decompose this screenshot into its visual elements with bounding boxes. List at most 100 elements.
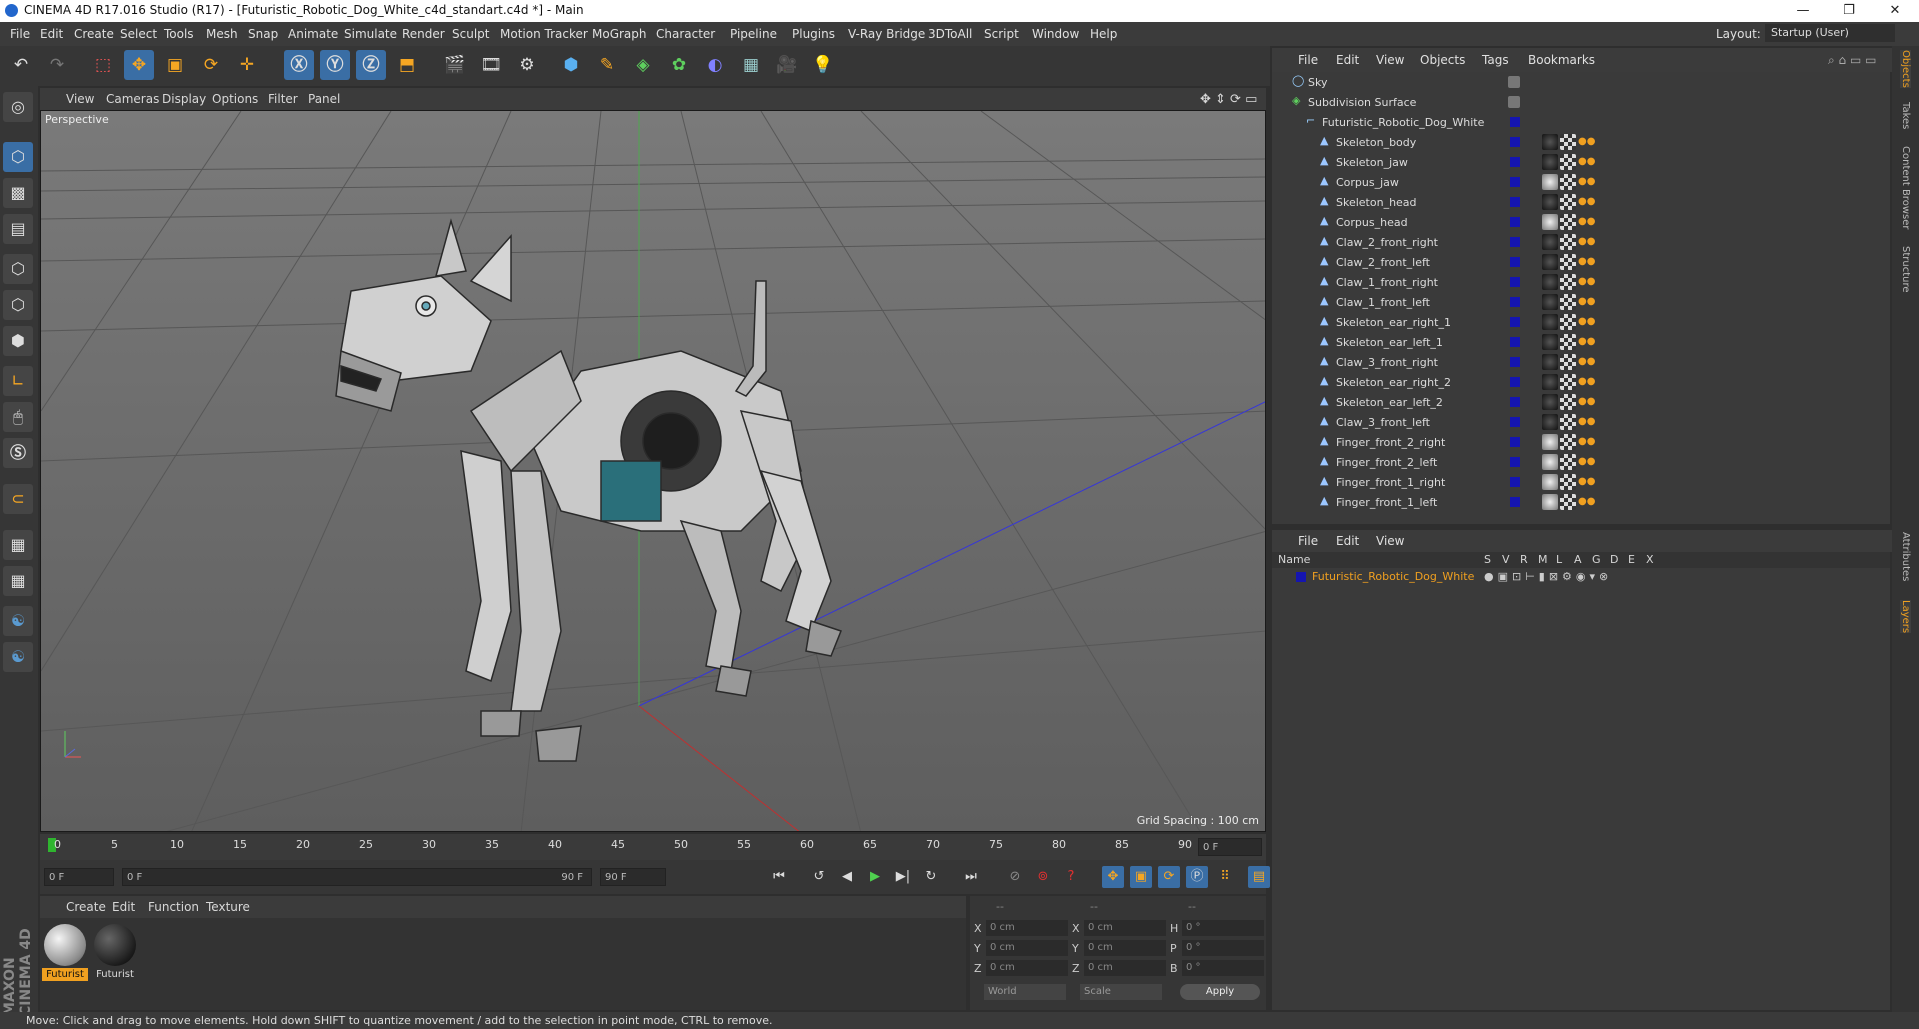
selection-tag-icon[interactable]: ●● [1578, 374, 1595, 390]
menu-window[interactable]: Window [1032, 27, 1079, 41]
rotation-b-field[interactable]: 0 ° [1182, 960, 1264, 976]
object-row[interactable]: ▲ Skeleton_body ●● [1272, 132, 1884, 152]
menu-plugins[interactable]: Plugins [792, 27, 835, 41]
cube-primitive-icon[interactable]: ⬢ [556, 50, 586, 80]
size-x-field[interactable]: 0 cm [1084, 920, 1166, 936]
selection-tag-icon[interactable]: ●● [1578, 314, 1595, 330]
uvw-tag-icon[interactable] [1560, 254, 1576, 270]
menu-sculpt[interactable]: Sculpt [452, 27, 489, 41]
layer-color-swatch[interactable] [1510, 337, 1520, 347]
object-name[interactable]: Skeleton_ear_left_1 [1336, 336, 1443, 349]
menu-render[interactable]: Render [402, 27, 445, 41]
layer-flag-icons[interactable]: ●▣⊡⊢▮⊠⚙◉▾⊗ [1484, 570, 1612, 583]
layer-color-swatch[interactable] [1510, 197, 1520, 207]
uvw-tag-icon[interactable] [1560, 294, 1576, 310]
key-position-icon[interactable]: ✥ [1102, 866, 1124, 888]
material-tag-icon[interactable] [1542, 134, 1558, 150]
uvw-tag-icon[interactable] [1560, 334, 1576, 350]
material-tag-icon[interactable] [1542, 434, 1558, 450]
next-key-icon[interactable]: ↻ [920, 866, 942, 888]
cloner-icon[interactable]: ✿ [664, 50, 694, 80]
maximize-button[interactable]: ❐ [1826, 0, 1872, 22]
camera-icon[interactable]: 🎥 [772, 50, 802, 80]
selection-tag-icon[interactable]: ●● [1578, 334, 1595, 350]
layer-menu-edit[interactable]: Edit [1336, 534, 1359, 548]
material-tag-icon[interactable] [1542, 234, 1558, 250]
object-name[interactable]: Skeleton_ear_right_1 [1336, 316, 1451, 329]
uvw-tag-icon[interactable] [1560, 434, 1576, 450]
layer-color-swatch[interactable] [1510, 257, 1520, 267]
menu-snap[interactable]: Snap [248, 27, 278, 41]
render-settings-icon[interactable]: ⚙ [512, 50, 542, 80]
object-row[interactable]: ▲ Claw_3_front_left ●● [1272, 412, 1884, 432]
uvw-tag-icon[interactable] [1560, 314, 1576, 330]
layer-color-swatch[interactable] [1510, 377, 1520, 387]
snap-icon[interactable]: Ⓢ [3, 438, 33, 468]
locked-workplane-icon[interactable]: ▦ [3, 566, 33, 596]
start-frame-field[interactable]: 0 F [44, 868, 114, 886]
material-tag-icon[interactable] [1542, 174, 1558, 190]
light-icon[interactable]: 💡 [808, 50, 838, 80]
uvw-tag-icon[interactable] [1560, 214, 1576, 230]
undo-icon[interactable]: ↶ [6, 50, 36, 80]
layer-color-swatch[interactable] [1510, 497, 1520, 507]
uvw-tag-icon[interactable] [1560, 174, 1576, 190]
object-name[interactable]: Finger_front_2_right [1336, 436, 1445, 449]
object-name[interactable]: Skeleton_body [1336, 136, 1416, 149]
material-tag-icon[interactable] [1542, 294, 1558, 310]
viewport-3d[interactable]: Perspective Grid Spacing : 100 cm [40, 110, 1266, 832]
selection-tag-icon[interactable]: ●● [1578, 214, 1595, 230]
go-to-start-icon[interactable]: ⏮ [768, 866, 790, 888]
edges-mode-icon[interactable]: ⬡ [3, 290, 33, 320]
selection-tag-icon[interactable]: ●● [1578, 394, 1595, 410]
key-parameter-icon[interactable]: Ⓟ [1186, 866, 1208, 888]
tweak-mode-icon[interactable]: 🖱 [3, 402, 33, 432]
layer-color-swatch[interactable] [1510, 297, 1520, 307]
object-row[interactable]: ▲ Claw_1_front_right ●● [1272, 272, 1884, 292]
uvw-tag-icon[interactable] [1560, 374, 1576, 390]
om-menu-view[interactable]: View [1376, 53, 1404, 67]
tab-attributes[interactable]: Attributes [1900, 532, 1911, 581]
material-tag-icon[interactable] [1542, 354, 1558, 370]
editor-toggle-icon[interactable] [1508, 96, 1520, 108]
menu-select[interactable]: Select [120, 27, 157, 41]
previous-key-icon[interactable]: ↺ [808, 866, 830, 888]
previous-frame-icon[interactable]: ◀ [836, 866, 858, 888]
layer-color-swatch[interactable] [1510, 237, 1520, 247]
uvw-tag-icon[interactable] [1560, 274, 1576, 290]
object-row[interactable]: ▲ Skeleton_jaw ●● [1272, 152, 1884, 172]
object-row[interactable]: ▲ Skeleton_head ●● [1272, 192, 1884, 212]
layer-menu-view[interactable]: View [1376, 534, 1404, 548]
uvw-tag-icon[interactable] [1560, 394, 1576, 410]
render-view-icon[interactable]: 🎬 [440, 50, 470, 80]
key-pla-icon[interactable]: ⠿ [1214, 866, 1236, 888]
object-name[interactable]: Skeleton_head [1336, 196, 1417, 209]
object-name[interactable]: Claw_2_front_left [1336, 256, 1430, 269]
menu-simulate[interactable]: Simulate [344, 27, 397, 41]
uvw-tag-icon[interactable] [1560, 414, 1576, 430]
tab-content-browser[interactable]: Content Browser [1900, 146, 1911, 229]
size-z-field[interactable]: 0 cm [1084, 960, 1166, 976]
material-menu-create[interactable]: Create [66, 900, 106, 914]
selection-tag-icon[interactable]: ●● [1578, 194, 1595, 210]
object-name[interactable]: Corpus_head [1336, 216, 1408, 229]
layer-color-swatch[interactable] [1510, 477, 1520, 487]
tab-layers[interactable]: Layers [1900, 600, 1911, 634]
om-menu-bookmarks[interactable]: Bookmarks [1528, 53, 1595, 67]
viewport-menu-display[interactable]: Display [162, 92, 206, 106]
go-to-end-icon[interactable]: ⏭ [960, 866, 982, 888]
object-name[interactable]: Claw_3_front_left [1336, 416, 1430, 429]
object-name[interactable]: Subdivision Surface [1308, 96, 1416, 109]
object-row[interactable]: ▲ Skeleton_ear_right_1 ●● [1272, 312, 1884, 332]
viewport-menu-cameras[interactable]: Cameras [106, 92, 159, 106]
object-row[interactable]: ▲ Skeleton_ear_left_2 ●● [1272, 392, 1884, 412]
object-name[interactable]: Futuristic_Robotic_Dog_White [1322, 116, 1484, 129]
minimize-button[interactable]: — [1780, 0, 1826, 22]
menu-edit[interactable]: Edit [40, 27, 63, 41]
timeline-ruler[interactable]: 0 5 10 15 20 25 30 35 40 45 50 55 60 65 … [40, 834, 1266, 860]
magnet-icon[interactable]: ⊂ [3, 484, 33, 514]
selection-tag-icon[interactable]: ●● [1578, 134, 1595, 150]
viewport-navigation-icons[interactable]: ✥ ⇕ ⟳ ▭ [1200, 92, 1257, 107]
selection-tag-icon[interactable]: ●● [1578, 154, 1595, 170]
material-tag-icon[interactable] [1542, 314, 1558, 330]
